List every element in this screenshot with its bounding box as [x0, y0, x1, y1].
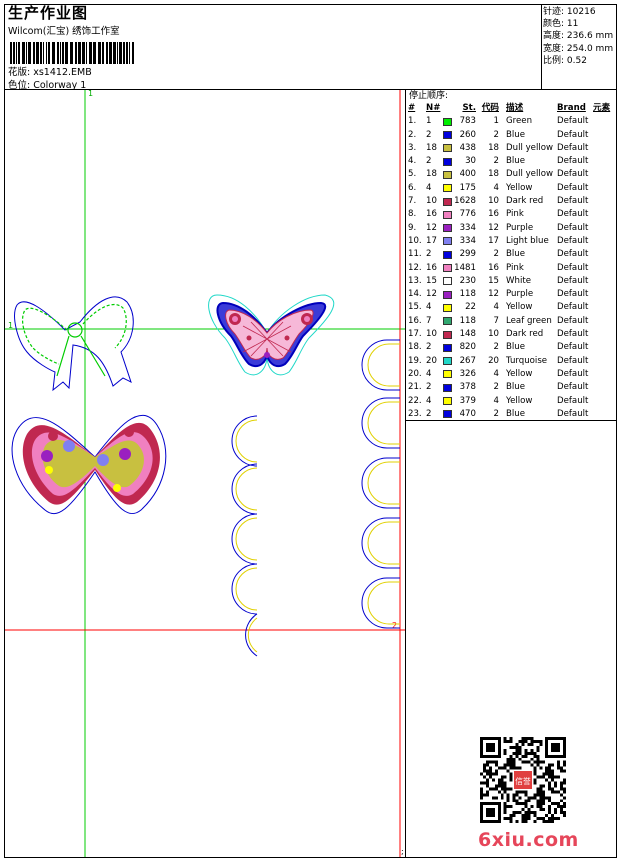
table-row: 10. 17 334 17 Light blue Default [408, 235, 589, 246]
bow-outline-design [14, 296, 134, 392]
color-swatch [443, 277, 452, 286]
color-swatch [443, 237, 452, 246]
color-swatch [443, 170, 452, 179]
table-row: 18. 2 820 2 Blue Default [408, 342, 589, 353]
company-name: Wilcom(汇宝) 绣饰工作室 [8, 26, 120, 37]
color-swatch [443, 117, 452, 126]
color-table-header: # N# St. 代码 描述 Brand 元素 [408, 103, 611, 113]
table-row: 6. 4 175 4 Yellow Default [408, 182, 589, 193]
table-row: 4. 2 30 2 Blue Default [408, 156, 589, 167]
design-canvas: 1 1 2 ; [5, 90, 405, 857]
table-row: 3. 18 438 18 Dull yellow Default [408, 142, 589, 153]
color-swatch [443, 343, 452, 352]
color-swatch [443, 264, 452, 273]
color-swatch [443, 131, 452, 140]
table-row: 12. 16 1481 16 Pink Default [408, 262, 589, 273]
table-row: 15. 4 22 4 Yellow Default [408, 302, 589, 313]
table-row: 14. 12 118 12 Purple Default [408, 289, 589, 300]
scallop-column-right [361, 339, 400, 629]
table-row: 8. 16 776 16 Pink Default [408, 209, 589, 220]
design-stats: 针迹: 10216 颜色: 11 高度: 236.6 mm 宽度: 254.0 … [543, 6, 613, 67]
color-swatch [443, 290, 452, 299]
table-row: 16. 7 118 7 Leaf green Default [408, 315, 589, 326]
table-row: 22. 4 379 4 Yellow Default [408, 395, 589, 406]
color-swatch [443, 317, 452, 326]
guide-label-1: 1 [8, 321, 13, 330]
divider [541, 4, 542, 90]
color-swatch [443, 370, 452, 379]
color-table: # N# St. 代码 描述 Brand 元素 1. 1 783 1 Green Defa… [406, 102, 617, 421]
corner-mark: ; [401, 847, 404, 856]
header-info: 生产作业图 Wilcom(汇宝) 绣饰工作室 花版: xs1412.EMB 色位… [5, 4, 541, 91]
watermark-logo: 6xiu.com [478, 829, 579, 851]
scallop-column-left [231, 415, 258, 657]
table-row: 5. 18 400 18 Dull yellow Default [408, 169, 589, 180]
stat-scale: 比例: 0.52 [543, 55, 587, 66]
color-swatch [443, 250, 452, 259]
color-swatch [443, 357, 452, 366]
table-row: 2. 2 260 2 Blue Default [408, 129, 589, 140]
color-swatch [443, 144, 452, 153]
table-row: 17. 10 148 10 Dark red Default [408, 329, 589, 340]
table-row: 9. 12 334 12 Purple Default [408, 222, 589, 233]
color-swatch [443, 224, 452, 233]
divider [406, 420, 617, 421]
sheet-title: 生产作业图 [8, 4, 89, 22]
color-swatch [443, 210, 452, 219]
design-file: 花版: xs1412.EMB [8, 67, 92, 78]
table-row: 21. 2 378 2 Blue Default [408, 382, 589, 393]
stop-sequence-label: 停止顺序: [409, 91, 449, 101]
barcode [10, 42, 134, 64]
guide-label-2: 2 [392, 621, 397, 630]
color-swatch [443, 383, 452, 392]
stat-width: 宽度: 254.0 mm [543, 43, 614, 54]
butterfly-design [208, 294, 335, 376]
color-swatch [443, 303, 452, 312]
qr-code: 信誉 [480, 737, 566, 823]
color-swatch [443, 197, 452, 206]
table-row: 19. 20 267 20 Turquoise Default [408, 355, 589, 366]
design-file-value: xs1412.EMB [33, 67, 92, 78]
table-row: 7. 10 1628 10 Dark red Default [408, 196, 589, 207]
color-swatch [443, 330, 452, 339]
color-swatch [443, 184, 452, 193]
stat-colors: 颜色: 11 [543, 19, 579, 30]
table-row: 11. 2 299 2 Blue Default [408, 249, 589, 260]
color-swatch [443, 157, 452, 166]
table-row: 13. 15 230 15 White Default [408, 275, 589, 286]
large-bow-design [11, 414, 167, 515]
color-swatch [443, 397, 452, 406]
stat-stitches: 针迹: 10216 [543, 7, 596, 17]
qr-stamp-text: 信誉 [515, 776, 531, 786]
table-row: 1. 1 783 1 Green Default [408, 116, 589, 127]
guide-label-1: 1 [88, 90, 93, 98]
color-swatch [443, 410, 452, 419]
stat-height: 高度: 236.6 mm [543, 31, 614, 42]
table-row: 20. 4 326 4 Yellow Default [408, 368, 589, 379]
